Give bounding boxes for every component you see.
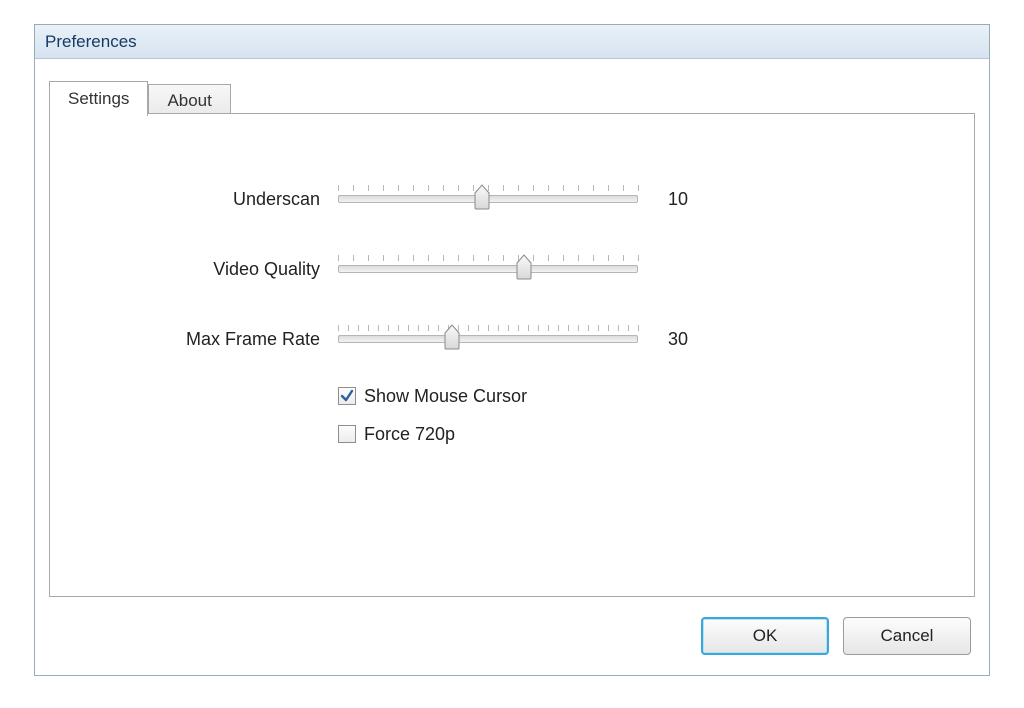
row-video-quality: Video Quality: [110, 234, 914, 304]
video-quality-label: Video Quality: [110, 259, 338, 280]
row-max-frame-rate: Max Frame Rate 30: [110, 304, 914, 374]
tab-settings-label: Settings: [68, 89, 129, 108]
show-mouse-cursor-checkbox[interactable]: [338, 387, 356, 405]
cancel-button[interactable]: Cancel: [843, 617, 971, 655]
max-frame-rate-slider[interactable]: [338, 335, 638, 343]
checkmark-icon: [340, 389, 354, 403]
show-mouse-cursor-label: Show Mouse Cursor: [364, 386, 527, 407]
force-720p-label: Force 720p: [364, 424, 455, 445]
preferences-dialog: Preferences Settings About Underscan: [34, 24, 990, 676]
slider-track: [338, 195, 638, 203]
slider-thumb[interactable]: [516, 254, 532, 280]
tabstrip: Settings About: [49, 79, 231, 114]
cancel-button-label: Cancel: [881, 626, 934, 646]
slider-track: [338, 265, 638, 273]
slider-ticks: [338, 325, 638, 333]
underscan-value: 10: [638, 189, 728, 210]
slider-track: [338, 335, 638, 343]
row-underscan: Underscan 10: [110, 164, 914, 234]
row-force-720p: Force 720p: [338, 418, 914, 450]
settings-form: Underscan 10 Video Quality: [110, 164, 914, 450]
row-show-mouse-cursor: Show Mouse Cursor: [338, 380, 914, 412]
tab-settings[interactable]: Settings: [49, 81, 148, 116]
slider-thumb[interactable]: [444, 324, 460, 350]
ok-button[interactable]: OK: [701, 617, 829, 655]
client-area: Settings About Underscan: [35, 59, 989, 675]
tab-about-label: About: [167, 91, 211, 110]
underscan-label: Underscan: [110, 189, 338, 210]
max-frame-rate-label: Max Frame Rate: [110, 329, 338, 350]
tabpanel-settings: Underscan 10 Video Quality: [49, 113, 975, 597]
slider-ticks: [338, 255, 638, 263]
dialog-buttons: OK Cancel: [701, 617, 971, 655]
window-title: Preferences: [45, 32, 137, 52]
force-720p-checkbox[interactable]: [338, 425, 356, 443]
titlebar: Preferences: [35, 25, 989, 59]
slider-thumb[interactable]: [474, 184, 490, 210]
max-frame-rate-value: 30: [638, 329, 728, 350]
video-quality-slider[interactable]: [338, 265, 638, 273]
ok-button-label: OK: [753, 626, 778, 646]
underscan-slider[interactable]: [338, 195, 638, 203]
